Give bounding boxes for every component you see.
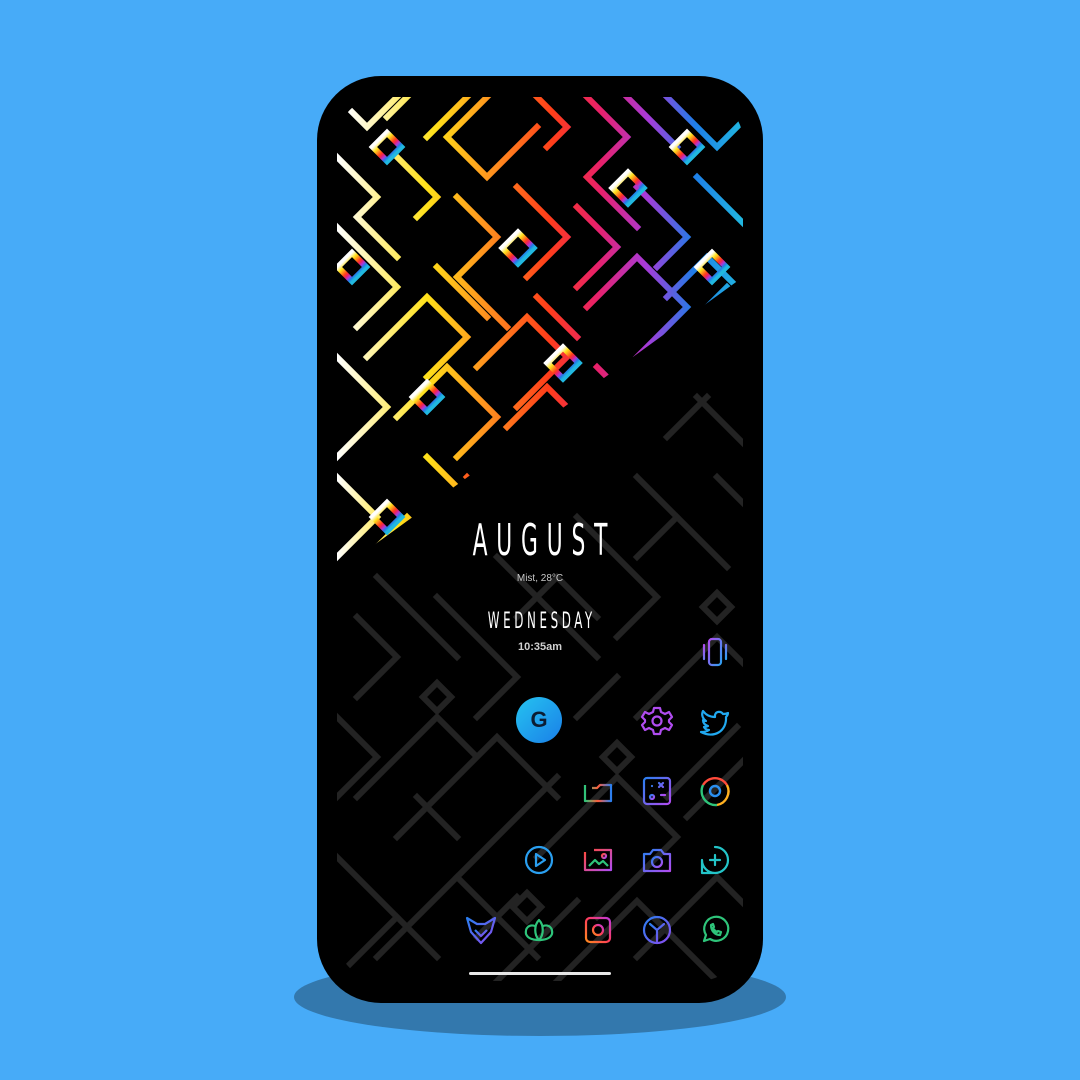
add-message-icon[interactable] bbox=[697, 842, 733, 878]
fox-app-icon[interactable] bbox=[463, 912, 499, 948]
twitter-bird-icon[interactable] bbox=[697, 703, 733, 739]
camera-icon[interactable] bbox=[639, 842, 675, 878]
month-label: AUGUST bbox=[472, 515, 617, 566]
phone-vibrate-icon[interactable] bbox=[697, 634, 733, 670]
gallery-icon[interactable] bbox=[639, 773, 675, 809]
settings-gear-icon[interactable] bbox=[639, 703, 675, 739]
clock-icon[interactable] bbox=[639, 912, 675, 948]
play-icon[interactable] bbox=[521, 842, 557, 878]
google-icon: G bbox=[530, 707, 548, 732]
photo-icon[interactable] bbox=[580, 842, 616, 878]
lotus-icon[interactable] bbox=[521, 912, 557, 948]
home-screen: AUGUST Mist, 28°C WEDNESDAY 10:35am G bbox=[337, 97, 743, 981]
whatsapp-icon[interactable] bbox=[697, 912, 733, 948]
time-label: 10:35am bbox=[517, 641, 563, 653]
chrome-icon[interactable] bbox=[697, 773, 733, 809]
google-search-button[interactable]: G bbox=[516, 697, 562, 743]
instagram-icon[interactable] bbox=[580, 912, 616, 948]
files-icon[interactable] bbox=[580, 773, 616, 809]
weekday-label: WEDNESDAY bbox=[487, 609, 596, 634]
gesture-navigation-bar[interactable] bbox=[469, 972, 611, 975]
weather-label: Mist, 28°C bbox=[516, 573, 564, 584]
